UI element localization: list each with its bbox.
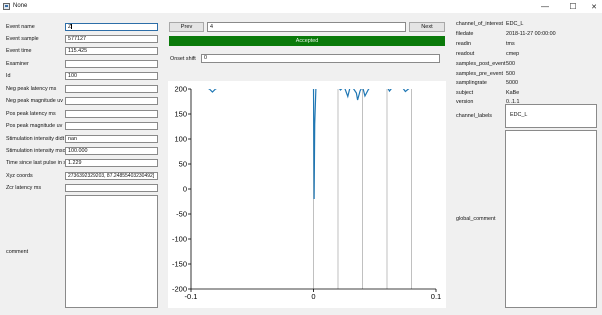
zcr-latency-field[interactable] (65, 184, 158, 192)
minimize-button[interactable]: — (535, 0, 555, 13)
global-comment-label: global_comment (456, 216, 496, 222)
y-tick-label: -50 (176, 210, 187, 219)
event-sample-field[interactable]: 577127 (65, 35, 158, 43)
stim-intensity-mso-label: Stimulation intensity mso (6, 148, 66, 154)
onset-shift-label: Onset shift (170, 56, 196, 62)
x-tick-label: 0.1 (431, 292, 441, 301)
examiner-field[interactable] (65, 60, 158, 68)
comment-textarea[interactable] (65, 195, 158, 308)
neg-peak-latency-label: Neg peak latency ms (6, 86, 57, 92)
xyz-coords-label: Xyz coords (6, 173, 33, 179)
meta-key: readin (456, 41, 471, 47)
onset-shift-field[interactable]: 0 (201, 54, 440, 63)
y-tick-label: 100 (174, 135, 187, 144)
meta-key: channel_of_interest (456, 21, 504, 27)
event-sample-label: Event sample (6, 36, 39, 42)
waveform-plot[interactable]: 200150100500-50-100-150-200-0.1 0 0.1 (168, 81, 446, 308)
meta-value: tms (506, 41, 515, 47)
meta-key: readout (456, 51, 475, 57)
meta-key: filedate (456, 31, 474, 37)
meta-value: 5000 (506, 80, 518, 86)
meta-key: samplingrate (456, 80, 487, 86)
meta-value: 500 (506, 61, 515, 67)
meta-key: subject (456, 90, 474, 96)
channel-labels-label: channel_labels (456, 113, 492, 119)
text-caret (71, 24, 73, 30)
pos-peak-latency-field[interactable] (65, 110, 158, 118)
meta-key: samples_pre_event (456, 71, 504, 77)
meta-value: KaBe (506, 90, 520, 96)
meta-key: samples_post_event (456, 61, 506, 67)
next-button[interactable]: Next (409, 22, 445, 32)
event-time-field[interactable]: 115.425 (65, 47, 158, 55)
y-tick-label: 150 (174, 110, 187, 119)
stim-intensity-mso-field[interactable]: 100.000 (65, 147, 158, 155)
y-tick-label: -150 (172, 260, 187, 269)
meta-value: 2018-11-27 00:00:00 (506, 31, 556, 37)
neg-peak-latency-field[interactable] (65, 85, 158, 93)
y-tick-label: 200 (174, 85, 187, 94)
meta-value: EDC_L (506, 21, 524, 27)
zcr-latency-label: Zcr latency ms (6, 185, 42, 191)
pos-peak-magnitude-label: Pos peak magnitude uv (6, 123, 63, 129)
prev-button[interactable]: Prev (169, 22, 204, 32)
x-tick-label: -0.1 (185, 292, 198, 301)
meta-value: 500 (506, 71, 515, 77)
window-titlebar: None — ☐ ✕ (0, 0, 602, 13)
meta-value: cmep (506, 51, 520, 57)
time-since-last-pulse-field[interactable]: 1.229 (65, 159, 158, 167)
maximize-button[interactable]: ☐ (563, 0, 583, 13)
channel-labels-list[interactable]: EDC_L (505, 104, 597, 128)
status-banner[interactable]: Accepted (169, 36, 445, 46)
neg-peak-magnitude-label: Neg peak magnitude uv (6, 98, 63, 104)
id-field[interactable]: 100 (65, 72, 158, 80)
event-name-field[interactable]: Z (65, 23, 158, 31)
id-label: Id (6, 73, 11, 79)
event-name-label: Event name (6, 24, 35, 30)
examiner-label: Examiner (6, 61, 29, 67)
close-button[interactable]: ✕ (584, 0, 602, 13)
global-comment-textarea[interactable] (505, 130, 597, 308)
window-title: None (13, 3, 28, 9)
app-icon (3, 3, 10, 10)
waveform-plot-panel[interactable]: 200 150 100 50 0 -50 -100 -150 -200 -0.1 0 0.1 (168, 81, 446, 308)
event-index-field[interactable]: 4 (207, 22, 406, 32)
stim-intensity-didt-label: Stimulation intensity didt (6, 136, 65, 142)
time-since-last-pulse-label: Time since last pulse in s (6, 160, 67, 166)
neg-peak-magnitude-field[interactable] (65, 97, 158, 105)
pos-peak-magnitude-field[interactable] (65, 122, 158, 130)
event-time-label: Event time (6, 48, 32, 54)
xyz-coords-field[interactable]: 2736392329203, 87.24855403230492] (65, 172, 158, 180)
meta-key: version (456, 99, 474, 105)
waveform-trace (207, 89, 410, 200)
x-tick-label: 0 (311, 292, 315, 301)
stim-intensity-didt-field[interactable]: nan (65, 135, 158, 143)
channel-label-item[interactable]: EDC_L (510, 112, 527, 118)
pos-peak-latency-label: Pos peak latency ms (6, 111, 56, 117)
y-tick-label: -100 (172, 235, 187, 244)
comment-label: comment (6, 249, 29, 255)
y-tick-label: 50 (179, 160, 187, 169)
y-tick-label: 0 (183, 185, 187, 194)
